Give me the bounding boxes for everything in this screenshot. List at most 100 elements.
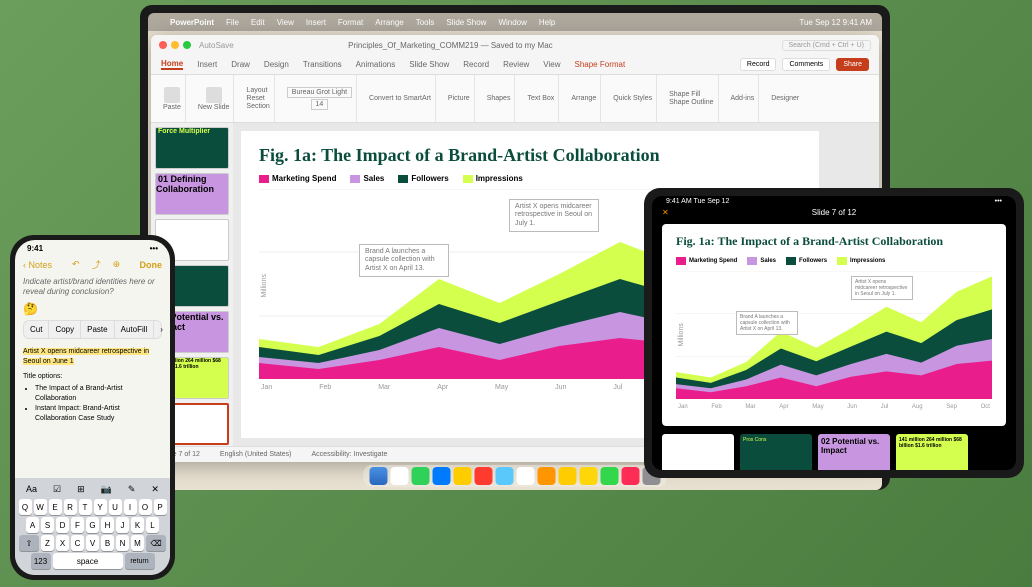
ipad-thumb-4[interactable]: Pros Cons4 — [740, 434, 812, 470]
font-select[interactable]: Bureau Grot Light — [287, 87, 352, 98]
checklist-icon[interactable]: ☑ — [53, 484, 61, 495]
annotation-1[interactable]: Brand A launches a capsule collection wi… — [359, 244, 449, 277]
key-j[interactable]: J — [116, 517, 129, 533]
dock-messages-icon[interactable] — [412, 467, 430, 485]
tab-shape-format[interactable]: Shape Format — [575, 60, 626, 69]
app-name[interactable]: PowerPoint — [170, 18, 214, 27]
arrange-button[interactable]: Arrange — [571, 95, 596, 102]
quick-styles[interactable]: Quick Styles — [613, 95, 652, 102]
paste-icon[interactable] — [164, 87, 180, 103]
tab-slideshow[interactable]: Slide Show — [409, 60, 449, 69]
more-icon[interactable]: ⊕ — [113, 259, 121, 270]
shapes-button[interactable]: Shapes — [487, 95, 511, 102]
autofill-button[interactable]: AutoFill — [115, 321, 155, 338]
highlighted-text[interactable]: Artist X opens midcareer retrospective i… — [23, 348, 149, 365]
section-button[interactable]: Section — [246, 103, 269, 110]
annotation-2[interactable]: Artist X opens midcareer retrospective i… — [509, 199, 599, 232]
menu-tools[interactable]: Tools — [416, 18, 435, 27]
key-n[interactable]: N — [116, 535, 129, 551]
dock-calendar-icon[interactable] — [517, 467, 535, 485]
dock-contacts-icon[interactable] — [538, 467, 556, 485]
tab-home[interactable]: Home — [161, 59, 183, 70]
key-x[interactable]: X — [56, 535, 69, 551]
language[interactable]: English (United States) — [220, 451, 292, 458]
new-slide-icon[interactable] — [206, 87, 222, 103]
key-l[interactable]: L — [146, 517, 159, 533]
key-y[interactable]: Y — [94, 499, 107, 515]
ipad-close-button[interactable]: ✕ — [662, 208, 669, 217]
dock-music-icon[interactable] — [622, 467, 640, 485]
tab-animations[interactable]: Animations — [356, 60, 396, 69]
menu-edit[interactable]: Edit — [251, 18, 265, 27]
key-v[interactable]: V — [86, 535, 99, 551]
picture-button[interactable]: Picture — [448, 95, 470, 102]
dock-reminders-icon[interactable] — [559, 467, 577, 485]
menu-window[interactable]: Window — [498, 18, 526, 27]
ipad-thumb-5[interactable]: 02 Potential vs. Impact5 — [818, 434, 890, 470]
close-icon[interactable] — [159, 41, 167, 49]
tab-draw[interactable]: Draw — [231, 60, 250, 69]
cut-button[interactable]: Cut — [24, 321, 49, 338]
addins-button[interactable]: Add-ins — [731, 95, 755, 102]
thumb-2[interactable]: 01 Defining Collaboration — [155, 173, 229, 215]
tab-record[interactable]: Record — [463, 60, 489, 69]
shift-key[interactable]: ⇧ — [19, 535, 39, 551]
share-icon[interactable]: ⤴ — [92, 258, 101, 271]
pencil-icon[interactable]: ✎ — [128, 484, 136, 495]
dock-facetime-icon[interactable] — [496, 467, 514, 485]
key-i[interactable]: I — [124, 499, 137, 515]
key-h[interactable]: H — [101, 517, 114, 533]
paste-button[interactable]: Paste — [81, 321, 114, 338]
font-size[interactable]: 14 — [311, 99, 329, 110]
reset-button[interactable]: Reset — [246, 95, 264, 102]
undo-icon[interactable]: ↶ — [72, 259, 80, 270]
format-aa-icon[interactable]: Aa — [26, 484, 37, 495]
slide-title[interactable]: Fig. 1a: The Impact of a Brand-Artist Co… — [259, 145, 801, 166]
key-c[interactable]: C — [71, 535, 84, 551]
menu-insert[interactable]: Insert — [306, 18, 326, 27]
layout-button[interactable]: Layout — [246, 87, 267, 94]
key-t[interactable]: T — [79, 499, 92, 515]
key-m[interactable]: M — [131, 535, 144, 551]
minimize-icon[interactable] — [171, 41, 179, 49]
accessibility[interactable]: Accessibility: Investigate — [312, 451, 388, 458]
dock-app-icon[interactable] — [391, 467, 409, 485]
menu-file[interactable]: File — [226, 18, 239, 27]
key-a[interactable]: A — [26, 517, 39, 533]
return-key[interactable]: return — [125, 553, 155, 569]
key-b[interactable]: B — [101, 535, 114, 551]
notes-prompt[interactable]: Indicate artist/brand identities here or… — [15, 273, 170, 302]
key-r[interactable]: R — [64, 499, 77, 515]
key-g[interactable]: G — [86, 517, 99, 533]
menu-help[interactable]: Help — [539, 18, 555, 27]
menu-format[interactable]: Format — [338, 18, 363, 27]
key-q[interactable]: Q — [19, 499, 32, 515]
camera-icon[interactable]: 📷 — [101, 484, 112, 495]
ipad-thumb-6[interactable]: 141 million 264 million $68 billion $1.6… — [896, 434, 968, 470]
dock-finder-icon[interactable] — [370, 467, 388, 485]
menu-slideshow[interactable]: Slide Show — [446, 18, 486, 27]
dock-photos-icon[interactable] — [475, 467, 493, 485]
tab-transitions[interactable]: Transitions — [303, 60, 342, 69]
done-button[interactable]: Done — [140, 260, 163, 270]
autosave-toggle[interactable]: AutoSave — [199, 41, 234, 50]
backspace-key[interactable]: ⌫ — [146, 535, 166, 551]
tab-insert[interactable]: Insert — [197, 60, 217, 69]
copy-button[interactable]: Copy — [49, 321, 81, 338]
shape-outline[interactable]: Shape Outline — [669, 99, 713, 106]
convert-smartart[interactable]: Convert to SmartArt — [369, 95, 431, 102]
maximize-icon[interactable] — [183, 41, 191, 49]
dock-tv-icon[interactable] — [601, 467, 619, 485]
back-button[interactable]: ‹ Notes — [23, 260, 52, 270]
key-s[interactable]: S — [41, 517, 54, 533]
record-button[interactable]: Record — [740, 58, 777, 71]
key-p[interactable]: P — [154, 499, 167, 515]
key-o[interactable]: O — [139, 499, 152, 515]
key-d[interactable]: D — [56, 517, 69, 533]
menu-arrange[interactable]: Arrange — [375, 18, 403, 27]
comments-button[interactable]: Comments — [782, 58, 830, 71]
share-button[interactable]: Share — [836, 58, 869, 71]
ipad-thumb-3[interactable]: 3 — [662, 434, 734, 470]
notes-body[interactable]: Artist X opens midcareer retrospective i… — [15, 343, 170, 428]
more-edit-icon[interactable]: › — [154, 321, 169, 338]
